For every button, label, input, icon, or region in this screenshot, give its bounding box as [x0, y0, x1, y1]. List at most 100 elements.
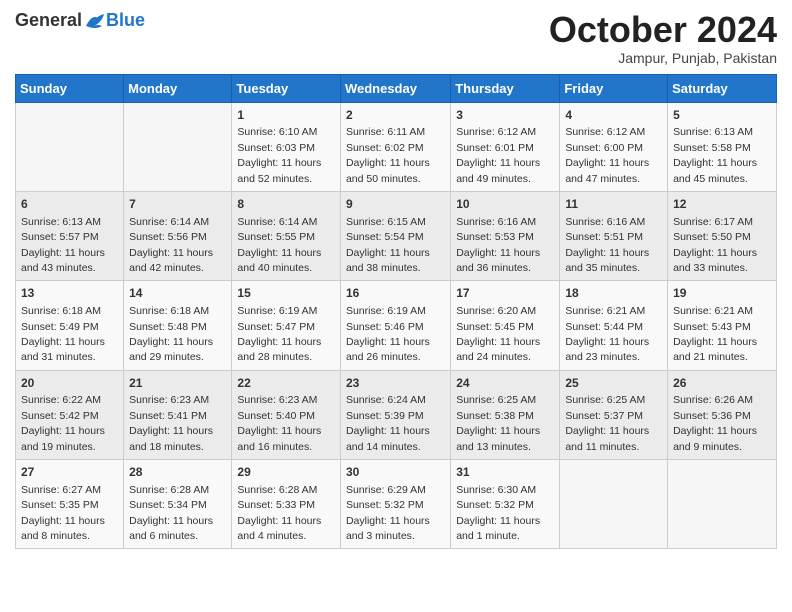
day-info: Sunrise: 6:29 AM Sunset: 5:32 PM Dayligh… [346, 484, 433, 542]
day-number: 24 [456, 375, 554, 392]
calendar-cell: 1 Sunrise: 6:10 AM Sunset: 6:03 PM Daylig… [232, 102, 341, 191]
day-number: 17 [456, 285, 554, 302]
calendar-week-row: 27 Sunrise: 6:27 AM Sunset: 5:35 PM Dayli… [16, 460, 777, 549]
calendar-cell [16, 102, 124, 191]
day-number: 21 [129, 375, 226, 392]
day-number: 22 [237, 375, 335, 392]
day-number: 15 [237, 285, 335, 302]
day-info: Sunrise: 6:25 AM Sunset: 5:38 PM Dayligh… [456, 394, 543, 452]
calendar-cell [668, 460, 777, 549]
calendar-cell: 19Sunrise: 6:21 AM Sunset: 5:43 PM Dayli… [668, 281, 777, 370]
logo-bird-icon [84, 12, 106, 30]
day-info: Sunrise: 6:22 AM Sunset: 5:42 PM Dayligh… [21, 394, 108, 452]
day-info: Sunrise: 6:28 AM Sunset: 5:33 PM Dayligh… [237, 484, 324, 542]
day-info: Sunrise: 6:28 AM Sunset: 5:34 PM Dayligh… [129, 484, 216, 542]
logo-general-text: General [15, 10, 82, 31]
day-header-tuesday: Tuesday [232, 74, 341, 102]
day-info: Sunrise: 6:30 AM Sunset: 5:32 PM Dayligh… [456, 484, 543, 542]
day-info: Sunrise: 6:18 AM Sunset: 5:48 PM Dayligh… [129, 305, 216, 363]
day-number: 9 [346, 196, 445, 213]
calendar-cell: 11 Sunrise: 6:16 AM Sunset: 5:51 PM Dayli… [560, 191, 668, 280]
calendar-cell: 23 Sunrise: 6:24 AM Sunset: 5:39 PM Dayli… [340, 370, 450, 459]
day-header-thursday: Thursday [451, 74, 560, 102]
calendar-cell [124, 102, 232, 191]
day-number: 7 [129, 196, 226, 213]
day-number: 23 [346, 375, 445, 392]
day-info: Sunrise: 6:12 AM Sunset: 6:01 PM Dayligh… [456, 126, 543, 184]
calendar-cell: 10Sunrise: 6:16 AM Sunset: 5:53 PM Dayli… [451, 191, 560, 280]
day-info: Sunrise: 6:20 AM Sunset: 5:45 PM Dayligh… [456, 305, 543, 363]
calendar-cell: 12 Sunrise: 6:17 AM Sunset: 5:50 PM Dayli… [668, 191, 777, 280]
day-info: Sunrise: 6:14 AM Sunset: 5:56 PM Dayligh… [129, 216, 216, 274]
day-number: 30 [346, 464, 445, 481]
calendar-table: SundayMondayTuesdayWednesdayThursdayFrid… [15, 74, 777, 550]
calendar-week-row: 13Sunrise: 6:18 AM Sunset: 5:49 PM Dayli… [16, 281, 777, 370]
calendar-cell: 24 Sunrise: 6:25 AM Sunset: 5:38 PM Dayli… [451, 370, 560, 459]
day-number: 27 [21, 464, 118, 481]
day-info: Sunrise: 6:27 AM Sunset: 5:35 PM Dayligh… [21, 484, 108, 542]
day-number: 1 [237, 107, 335, 124]
logo: General Blue [15, 10, 145, 31]
day-info: Sunrise: 6:13 AM Sunset: 5:57 PM Dayligh… [21, 216, 108, 274]
day-number: 16 [346, 285, 445, 302]
calendar-cell: 21Sunrise: 6:23 AM Sunset: 5:41 PM Dayli… [124, 370, 232, 459]
day-info: Sunrise: 6:19 AM Sunset: 5:46 PM Dayligh… [346, 305, 433, 363]
day-info: Sunrise: 6:16 AM Sunset: 5:51 PM Dayligh… [565, 216, 652, 274]
day-info: Sunrise: 6:26 AM Sunset: 5:36 PM Dayligh… [673, 394, 760, 452]
calendar-cell: 31Sunrise: 6:30 AM Sunset: 5:32 PM Dayli… [451, 460, 560, 549]
calendar-cell: 2 Sunrise: 6:11 AM Sunset: 6:02 PM Daylig… [340, 102, 450, 191]
calendar-cell: 22Sunrise: 6:23 AM Sunset: 5:40 PM Dayli… [232, 370, 341, 459]
day-header-saturday: Saturday [668, 74, 777, 102]
day-number: 28 [129, 464, 226, 481]
day-header-sunday: Sunday [16, 74, 124, 102]
calendar-cell: 14 Sunrise: 6:18 AM Sunset: 5:48 PM Dayli… [124, 281, 232, 370]
calendar-cell [560, 460, 668, 549]
day-number: 18 [565, 285, 662, 302]
day-number: 26 [673, 375, 771, 392]
day-info: Sunrise: 6:16 AM Sunset: 5:53 PM Dayligh… [456, 216, 543, 274]
logo-blue-text: Blue [106, 10, 145, 31]
calendar-cell: 28 Sunrise: 6:28 AM Sunset: 5:34 PM Dayli… [124, 460, 232, 549]
day-header-wednesday: Wednesday [340, 74, 450, 102]
day-number: 5 [673, 107, 771, 124]
day-number: 14 [129, 285, 226, 302]
calendar-cell: 16 Sunrise: 6:19 AM Sunset: 5:46 PM Dayli… [340, 281, 450, 370]
day-header-monday: Monday [124, 74, 232, 102]
day-number: 20 [21, 375, 118, 392]
calendar-cell: 8 Sunrise: 6:14 AM Sunset: 5:55 PM Daylig… [232, 191, 341, 280]
day-info: Sunrise: 6:24 AM Sunset: 5:39 PM Dayligh… [346, 394, 433, 452]
calendar-cell: 4 Sunrise: 6:12 AM Sunset: 6:00 PM Daylig… [560, 102, 668, 191]
calendar-cell: 6Sunrise: 6:13 AM Sunset: 5:57 PM Daylig… [16, 191, 124, 280]
day-info: Sunrise: 6:11 AM Sunset: 6:02 PM Dayligh… [346, 126, 433, 184]
day-number: 3 [456, 107, 554, 124]
day-info: Sunrise: 6:18 AM Sunset: 5:49 PM Dayligh… [21, 305, 108, 363]
day-header-friday: Friday [560, 74, 668, 102]
day-info: Sunrise: 6:21 AM Sunset: 5:43 PM Dayligh… [673, 305, 760, 363]
calendar-cell: 25 Sunrise: 6:25 AM Sunset: 5:37 PM Dayli… [560, 370, 668, 459]
location-subtitle: Jampur, Punjab, Pakistan [549, 50, 777, 66]
day-number: 25 [565, 375, 662, 392]
calendar-cell: 5Sunrise: 6:13 AM Sunset: 5:58 PM Daylig… [668, 102, 777, 191]
day-number: 4 [565, 107, 662, 124]
calendar-cell: 20 Sunrise: 6:22 AM Sunset: 5:42 PM Dayli… [16, 370, 124, 459]
day-info: Sunrise: 6:14 AM Sunset: 5:55 PM Dayligh… [237, 216, 324, 274]
day-number: 29 [237, 464, 335, 481]
day-info: Sunrise: 6:12 AM Sunset: 6:00 PM Dayligh… [565, 126, 652, 184]
title-area: October 2024 Jampur, Punjab, Pakistan [549, 10, 777, 66]
day-number: 12 [673, 196, 771, 213]
day-info: Sunrise: 6:25 AM Sunset: 5:37 PM Dayligh… [565, 394, 652, 452]
day-number: 8 [237, 196, 335, 213]
calendar-cell: 17 Sunrise: 6:20 AM Sunset: 5:45 PM Dayli… [451, 281, 560, 370]
calendar-cell: 7 Sunrise: 6:14 AM Sunset: 5:56 PM Daylig… [124, 191, 232, 280]
day-info: Sunrise: 6:10 AM Sunset: 6:03 PM Dayligh… [237, 126, 324, 184]
calendar-cell: 15Sunrise: 6:19 AM Sunset: 5:47 PM Dayli… [232, 281, 341, 370]
day-info: Sunrise: 6:21 AM Sunset: 5:44 PM Dayligh… [565, 305, 652, 363]
day-info: Sunrise: 6:17 AM Sunset: 5:50 PM Dayligh… [673, 216, 760, 274]
day-number: 11 [565, 196, 662, 213]
day-number: 2 [346, 107, 445, 124]
calendar-week-row: 1 Sunrise: 6:10 AM Sunset: 6:03 PM Daylig… [16, 102, 777, 191]
day-info: Sunrise: 6:15 AM Sunset: 5:54 PM Dayligh… [346, 216, 433, 274]
month-title: October 2024 [549, 10, 777, 50]
calendar-cell: 9 Sunrise: 6:15 AM Sunset: 5:54 PM Daylig… [340, 191, 450, 280]
calendar-cell: 3 Sunrise: 6:12 AM Sunset: 6:01 PM Daylig… [451, 102, 560, 191]
